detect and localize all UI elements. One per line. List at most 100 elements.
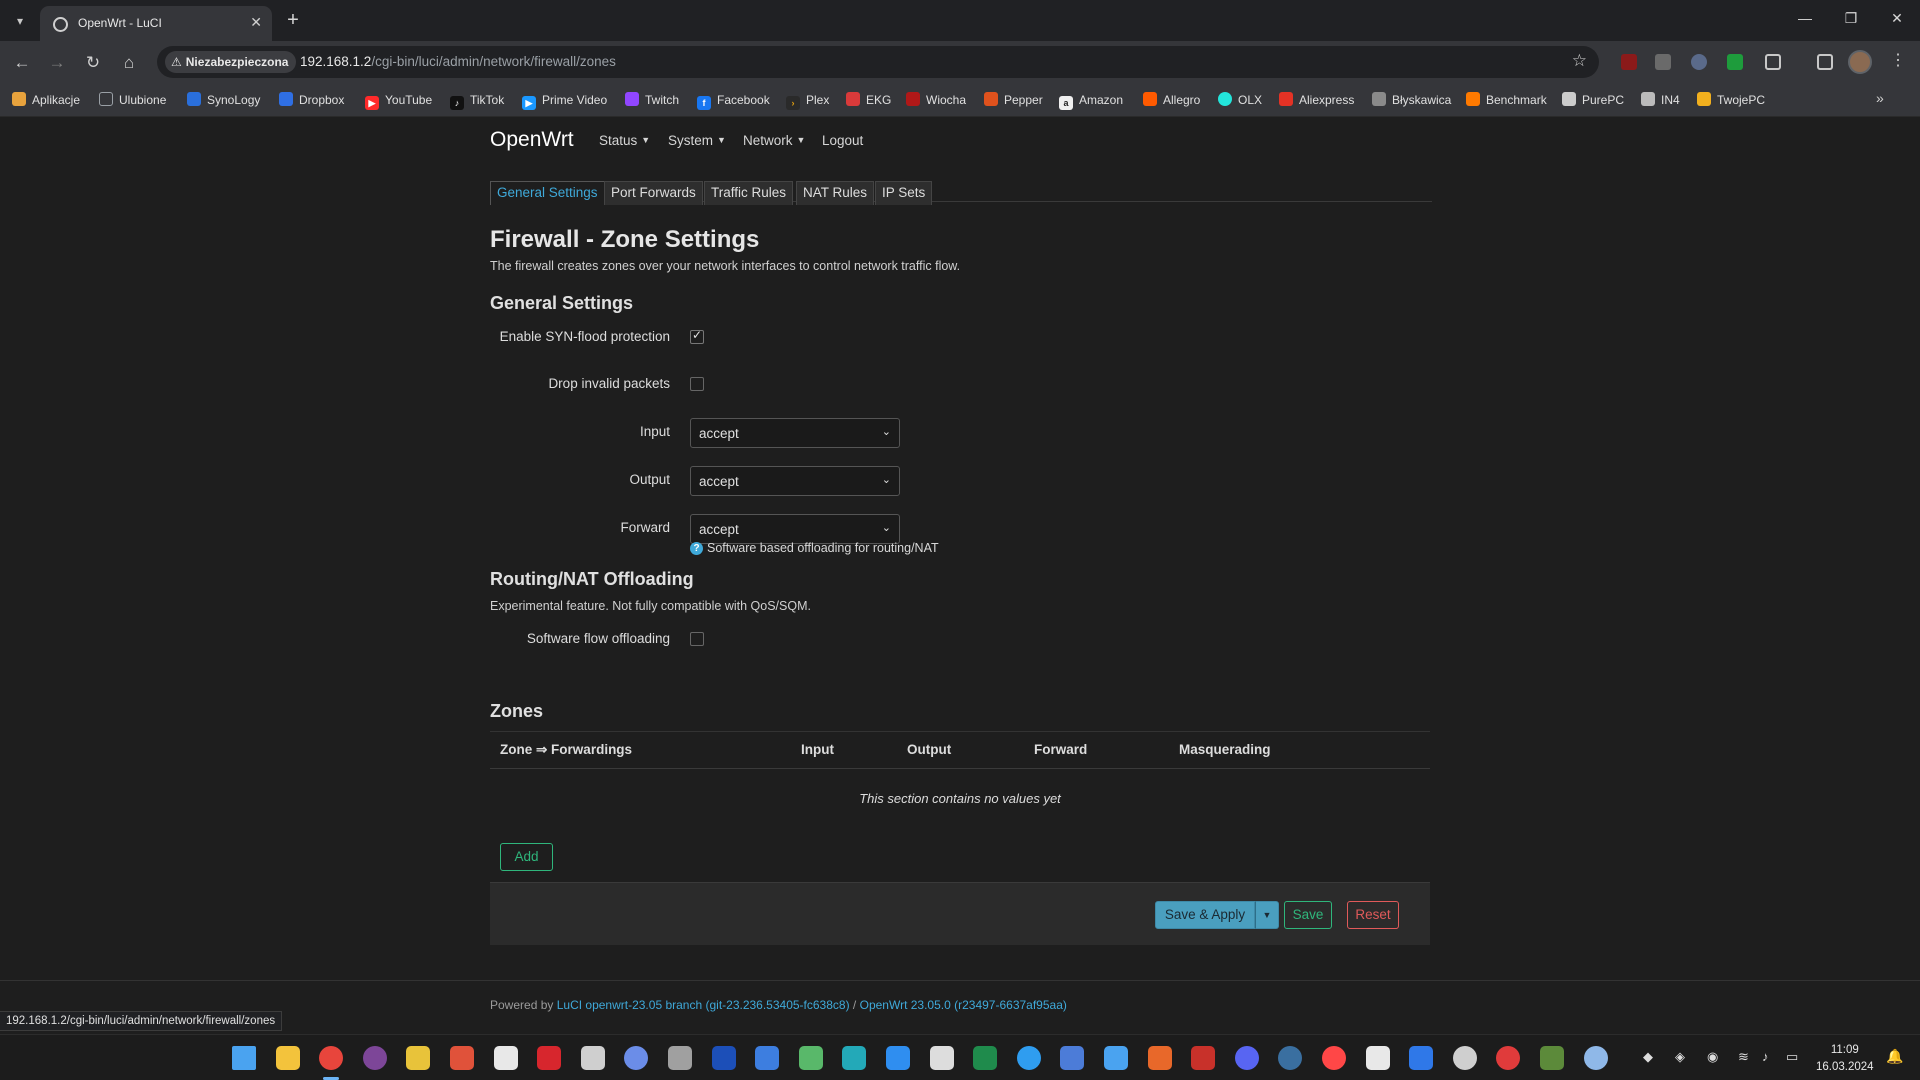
ublock-extension-icon[interactable] xyxy=(1621,54,1637,70)
file-explorer-icon[interactable] xyxy=(276,1046,300,1070)
bookmark-youtube[interactable]: ▶ YouTube xyxy=(365,91,432,110)
onedrive-icon[interactable] xyxy=(886,1046,910,1070)
url-text[interactable]: 192.168.1.2/cgi-bin/luci/admin/network/f… xyxy=(300,54,616,69)
bookmark-olx[interactable]: OLX xyxy=(1218,91,1262,109)
bookmark-pepper[interactable]: Pepper xyxy=(984,91,1043,109)
bookmarks-overflow-icon[interactable]: » xyxy=(1876,90,1884,106)
new-tab-button[interactable]: + xyxy=(280,8,306,34)
bookmark-aliexpress[interactable]: Aliexpress xyxy=(1279,91,1354,109)
settings-gear-icon[interactable] xyxy=(1584,1046,1608,1070)
notification-bell-icon[interactable]: 🔔 xyxy=(1886,1048,1903,1065)
taskbar-clock[interactable]: 11:09 16.03.2024 xyxy=(1816,1042,1874,1076)
back-icon[interactable]: ← xyxy=(9,50,35,76)
app-yellow-icon[interactable] xyxy=(406,1046,430,1070)
bookmark-purepc[interactable]: PurePC xyxy=(1562,91,1624,109)
nav-status[interactable]: Status ▼ xyxy=(599,133,650,148)
epic-games-icon[interactable] xyxy=(1366,1046,1390,1070)
security-chip[interactable]: ⚠ Niezabezpieczona xyxy=(165,51,297,73)
download-extension-icon[interactable] xyxy=(1727,54,1743,70)
footer-luci-link[interactable]: LuCI openwrt-23.05 branch (git-23.236.53… xyxy=(557,998,850,1012)
sw-offload-checkbox[interactable] xyxy=(690,632,704,646)
nav-system[interactable]: System ▼ xyxy=(668,133,726,148)
browser-tab[interactable]: OpenWrt - LuCI ✕ xyxy=(40,6,272,41)
nav-logout[interactable]: Logout xyxy=(822,133,863,148)
address-bar[interactable]: ⚠ Niezabezpieczona 192.168.1.2/cgi-bin/lu… xyxy=(157,46,1599,78)
volume-icon[interactable]: ♪ xyxy=(1762,1049,1769,1064)
footer-openwrt-link[interactable]: OpenWrt 23.05.0 (r23497-6637af95aa) xyxy=(860,998,1067,1012)
app-green-image-icon[interactable] xyxy=(799,1046,823,1070)
extension-icon[interactable] xyxy=(1655,54,1671,70)
reload-icon[interactable]: ↻ xyxy=(80,50,106,76)
bookmark-aplikacje[interactable]: Aplikacje xyxy=(12,91,80,109)
excel-icon[interactable] xyxy=(973,1046,997,1070)
wifi-icon[interactable]: ≋ xyxy=(1738,1049,1749,1065)
tab-search-chevron-icon[interactable]: ▾ xyxy=(8,9,32,33)
app-blue-tall-icon[interactable] xyxy=(755,1046,779,1070)
window-close-icon[interactable]: ✕ xyxy=(1882,10,1912,27)
bookmark-star-icon[interactable]: ☆ xyxy=(1572,51,1587,71)
app-rust-icon[interactable] xyxy=(1191,1046,1215,1070)
forward-policy-select[interactable]: accept ⌄ xyxy=(690,514,900,544)
steam-icon[interactable] xyxy=(1278,1046,1302,1070)
bookmark-prime-video[interactable]: ▶ Prime Video xyxy=(522,91,607,110)
add-zone-button[interactable]: Add xyxy=(500,843,553,871)
app-doc-icon[interactable] xyxy=(930,1046,954,1070)
save-apply-dropdown-icon[interactable]: ▼ xyxy=(1255,901,1279,929)
app-windows-icon[interactable] xyxy=(1104,1046,1128,1070)
notepad-icon[interactable] xyxy=(494,1046,518,1070)
battery-icon[interactable]: ▭ xyxy=(1786,1049,1798,1065)
ea-icon[interactable] xyxy=(1322,1046,1346,1070)
app-red-circle-icon[interactable] xyxy=(1496,1046,1520,1070)
tor-browser-icon[interactable] xyxy=(363,1046,387,1070)
bookmark-ekg[interactable]: EKG xyxy=(846,91,891,109)
reset-button[interactable]: Reset xyxy=(1347,901,1399,929)
app-red-bug-icon[interactable] xyxy=(537,1046,561,1070)
bookmark-twitch[interactable]: Twitch xyxy=(625,91,679,109)
tab-traffic-rules[interactable]: Traffic Rules xyxy=(704,181,794,205)
app-teal-icon[interactable] xyxy=(842,1046,866,1070)
tray-network-app-icon[interactable]: ◉ xyxy=(1707,1049,1718,1065)
tray-defender-icon[interactable]: ◈ xyxy=(1675,1049,1685,1065)
bookmark-allegro[interactable]: Allegro xyxy=(1143,91,1200,109)
save-button[interactable]: Save xyxy=(1284,901,1332,929)
save-apply-button[interactable]: Save & Apply xyxy=(1155,901,1255,929)
tab-port-forwards[interactable]: Port Forwards xyxy=(604,181,703,205)
app-circle-blue-icon[interactable] xyxy=(624,1046,648,1070)
windows-start-icon[interactable] xyxy=(232,1046,256,1070)
discord-icon[interactable] xyxy=(1235,1046,1259,1070)
app-gray-bar-icon[interactable] xyxy=(668,1046,692,1070)
bookmark-tiktok[interactable]: ♪ TikTok xyxy=(450,91,504,110)
app-network-icon[interactable] xyxy=(1060,1046,1084,1070)
bookmark-plex[interactable]: › Plex xyxy=(786,91,829,110)
nav-network[interactable]: Network ▼ xyxy=(743,133,805,148)
bookmark-in4[interactable]: IN4 xyxy=(1641,91,1680,109)
app-ring-icon[interactable] xyxy=(1453,1046,1477,1070)
syn-flood-checkbox[interactable]: ✓ xyxy=(690,328,704,344)
profile-avatar[interactable] xyxy=(1848,50,1872,74)
bookmark-facebook[interactable]: f Facebook xyxy=(697,91,770,110)
tab-ip-sets[interactable]: IP Sets xyxy=(875,181,933,205)
shield-extension-icon[interactable] xyxy=(1691,54,1707,70)
tab-general-settings[interactable]: General Settings xyxy=(490,181,605,205)
side-panel-icon[interactable] xyxy=(1817,54,1833,70)
home-icon[interactable]: ⌂ xyxy=(116,50,142,76)
minimize-icon[interactable]: — xyxy=(1790,10,1820,26)
extensions-puzzle-icon[interactable] xyxy=(1765,54,1781,70)
bookmark-twojepc[interactable]: TwojePC xyxy=(1697,91,1765,109)
tab-nat-rules[interactable]: NAT Rules xyxy=(796,181,875,205)
bookmark-ulubione[interactable]: Ulubione xyxy=(99,91,166,109)
chrome-icon[interactable] xyxy=(319,1046,343,1070)
app-blue-square-icon[interactable] xyxy=(712,1046,736,1070)
app-blue-circle-icon[interactable] xyxy=(1017,1046,1041,1070)
browser-menu-icon[interactable]: ⋮ xyxy=(1890,50,1906,70)
tray-nvidia-icon[interactable]: ◆ xyxy=(1643,1049,1653,1065)
app-blue-b-icon[interactable] xyxy=(1409,1046,1433,1070)
bookmark-synology[interactable]: SynoLogy xyxy=(187,91,260,109)
bookmark-wiocha[interactable]: Wiocha xyxy=(906,91,966,109)
restore-icon[interactable]: ❐ xyxy=(1836,10,1866,27)
app-aperture-icon[interactable] xyxy=(581,1046,605,1070)
input-policy-select[interactable]: accept ⌄ xyxy=(690,418,900,448)
app-red-arrow-icon[interactable] xyxy=(450,1046,474,1070)
openwrt-brand[interactable]: OpenWrt xyxy=(490,128,574,152)
bookmark-amazon[interactable]: a Amazon xyxy=(1059,91,1123,110)
